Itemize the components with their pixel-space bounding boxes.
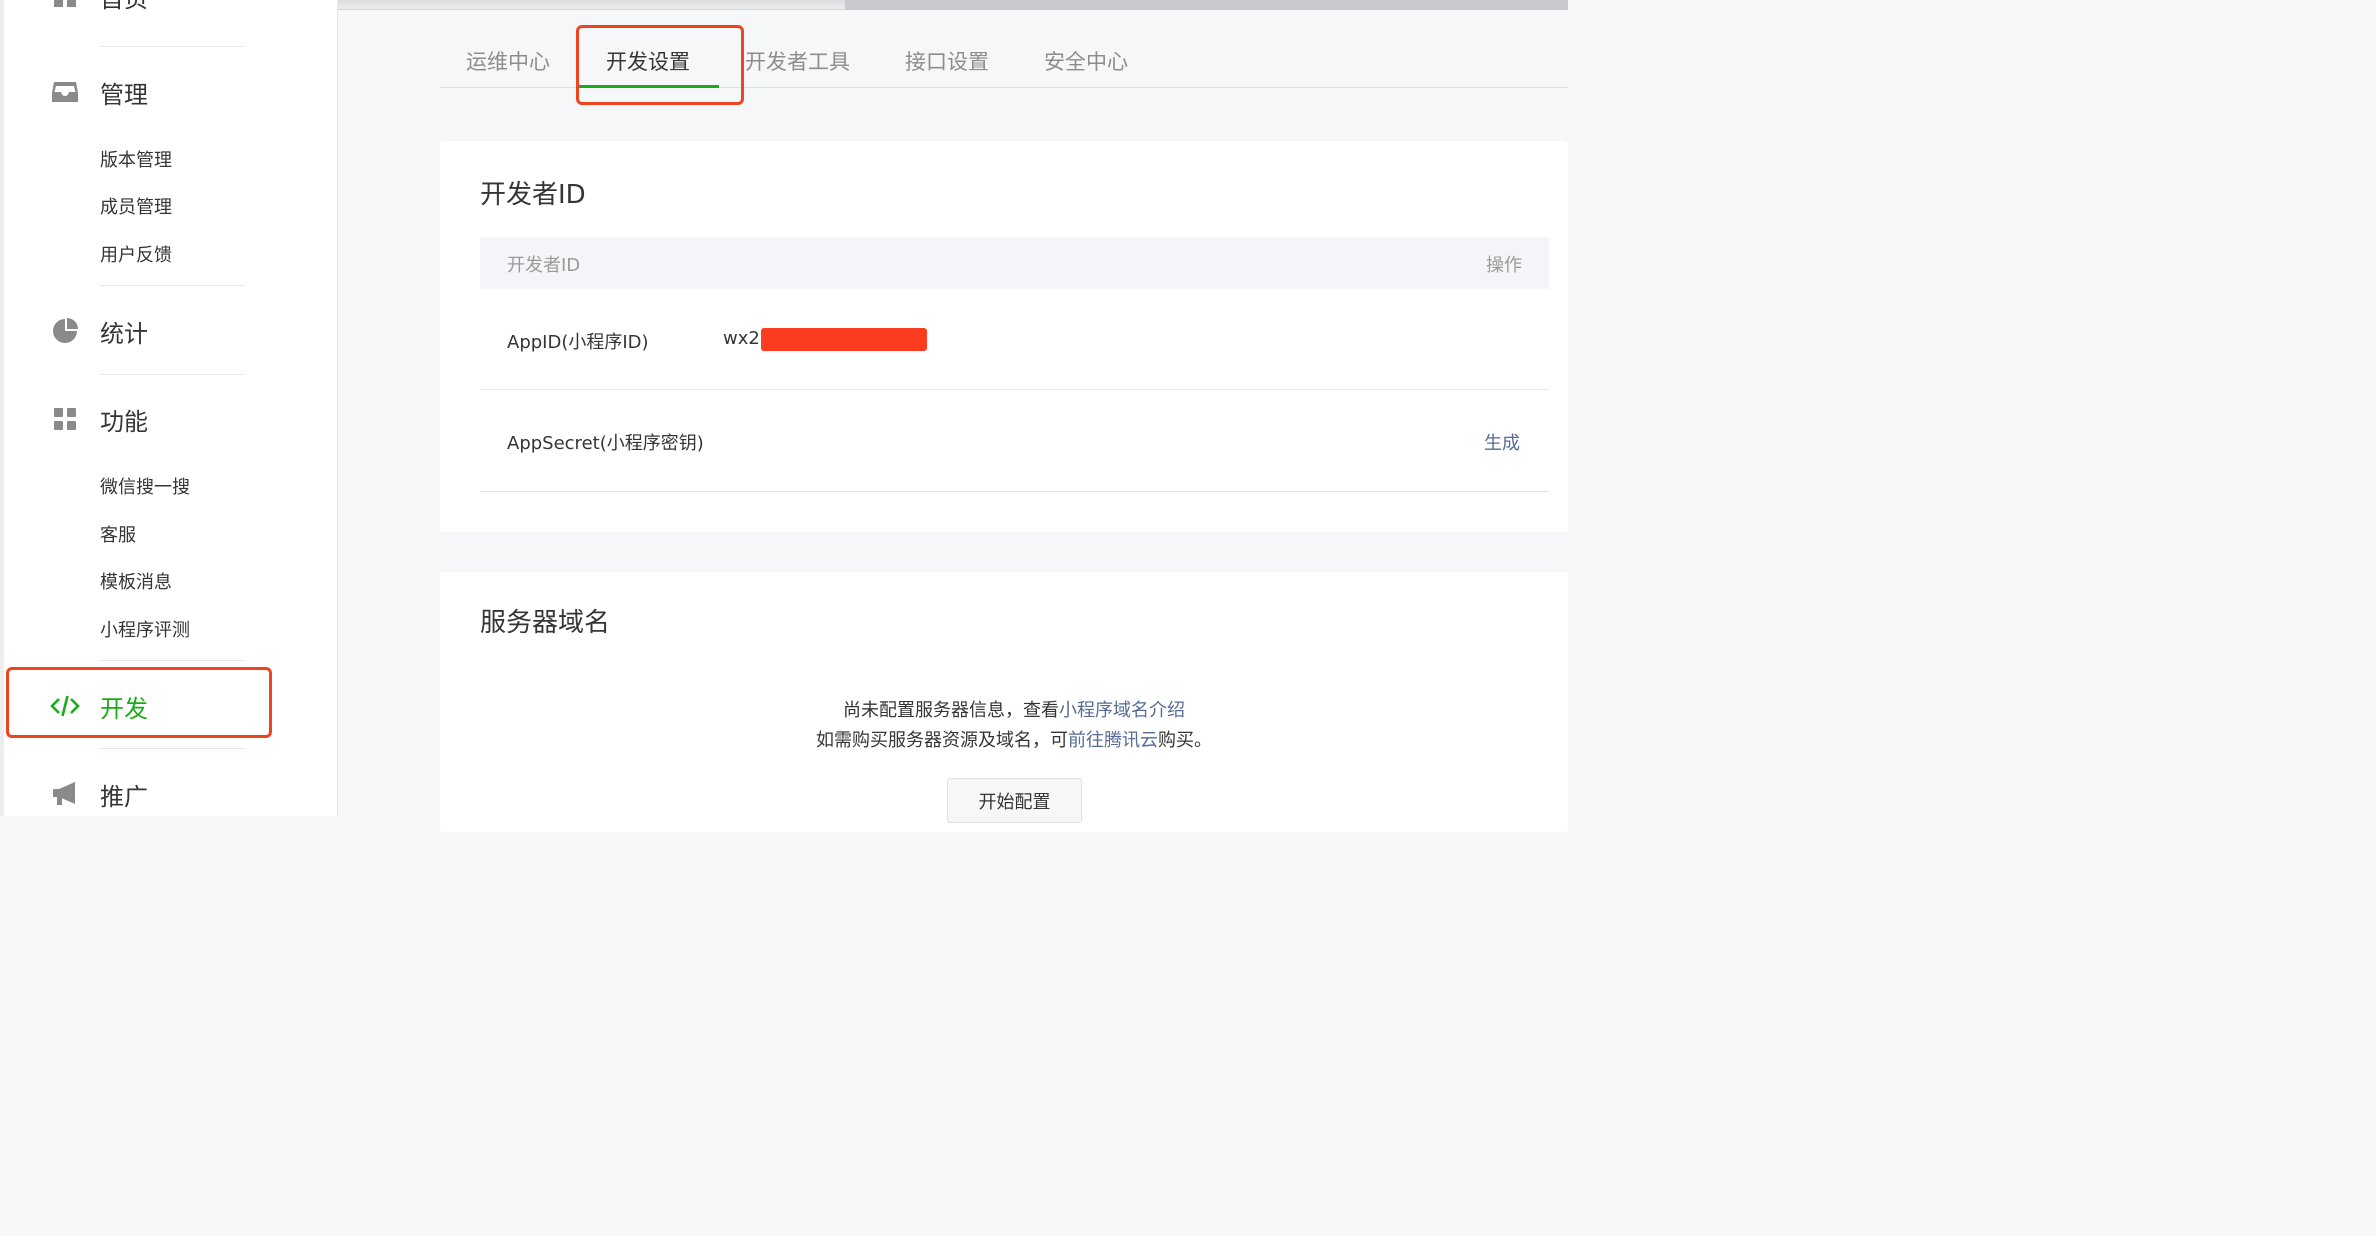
sidebar-stats-label: 统计 [100, 319, 148, 348]
sidebar-item-evaluation[interactable]: 小程序评测 [100, 616, 190, 642]
tab-api-settings[interactable]: 接口设置 [905, 46, 989, 76]
highlight-box-dev-settings [576, 25, 744, 105]
sidebar-home-label: 首页 [100, 0, 148, 14]
sidebar-item-home[interactable]: 首页 [50, 0, 148, 16]
sidebar-item-feedback[interactable]: 用户反馈 [100, 241, 172, 267]
server-info-text-1: 尚未配置服务器信息，查看 [843, 700, 1059, 721]
server-info-line-1: 尚未配置服务器信息，查看小程序域名介绍 [440, 696, 1588, 722]
highlight-box-develop [6, 667, 272, 738]
inbox-icon [50, 77, 80, 107]
server-info-text-3: 购买。 [1158, 730, 1212, 751]
row-divider [480, 389, 1549, 390]
developer-id-title: 开发者ID [480, 180, 586, 210]
server-info-text-2: 如需购买服务器资源及域名，可 [816, 730, 1068, 751]
appsecret-label: AppSecret(小程序密钥) [507, 433, 704, 454]
generate-secret-link[interactable]: 生成 [1484, 429, 1520, 455]
developer-id-card: 开发者ID 开发者ID 操作 AppID(小程序ID) wx21 AppSecr… [440, 141, 1568, 532]
window-top-strip-right [845, 0, 1568, 10]
table-header: 开发者ID 操作 [480, 237, 1549, 289]
grid-icon [50, 404, 80, 434]
sidebar-manage-label: 管理 [100, 80, 148, 109]
tab-operations[interactable]: 运维中心 [466, 46, 550, 76]
sidebar-section-features[interactable]: 功能 [50, 399, 148, 439]
sidebar-section-promote[interactable]: 推广 [50, 774, 148, 814]
sidebar-item-wechat-search[interactable]: 微信搜一搜 [100, 473, 190, 499]
start-config-button[interactable]: 开始配置 [947, 778, 1082, 823]
sidebar-item-template-message[interactable]: 模板消息 [100, 568, 172, 594]
pie-chart-icon [50, 316, 80, 346]
sidebar-edge [0, 0, 4, 816]
server-domain-card: 服务器域名 尚未配置服务器信息，查看小程序域名介绍 如需购买服务器资源及域名，可… [440, 572, 1568, 832]
sidebar-item-version[interactable]: 版本管理 [100, 146, 172, 172]
sidebar-item-customer-service[interactable]: 客服 [100, 521, 136, 547]
sidebar-features-label: 功能 [100, 407, 148, 436]
row-divider [480, 491, 1549, 492]
sidebar-section-stats[interactable]: 统计 [50, 311, 148, 351]
sidebar-promote-label: 推广 [100, 782, 148, 811]
server-info-line-2: 如需购买服务器资源及域名，可前往腾讯云购买。 [440, 726, 1588, 752]
sidebar-section-manage[interactable]: 管理 [50, 72, 148, 112]
sidebar-divider [100, 46, 245, 47]
sidebar-divider [100, 285, 245, 286]
tencent-cloud-link[interactable]: 前往腾讯云 [1068, 730, 1158, 751]
appid-label: AppID(小程序ID) [507, 332, 649, 353]
domain-intro-link[interactable]: 小程序域名介绍 [1059, 700, 1185, 721]
tab-dev-tools[interactable]: 开发者工具 [745, 46, 850, 76]
sidebar-divider [100, 374, 245, 375]
sidebar-divider [100, 660, 245, 661]
home-icon [50, 0, 80, 11]
header-action: 操作 [1486, 255, 1522, 276]
server-domain-title: 服务器域名 [480, 608, 611, 638]
megaphone-icon [50, 779, 80, 809]
tab-security-center[interactable]: 安全中心 [1044, 46, 1128, 76]
redaction-mark [761, 328, 927, 351]
sidebar-item-members[interactable]: 成员管理 [100, 193, 172, 219]
sidebar-divider [100, 748, 245, 749]
header-developer-id: 开发者ID [507, 255, 581, 276]
